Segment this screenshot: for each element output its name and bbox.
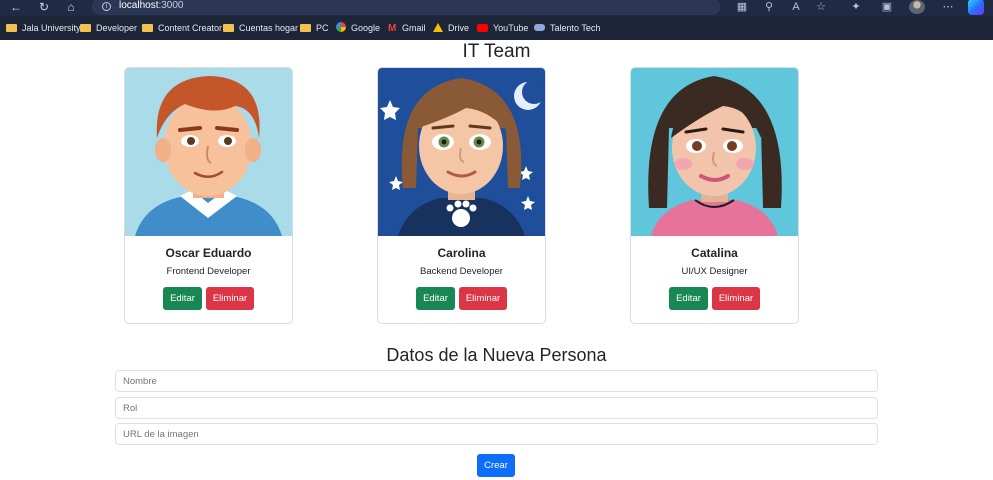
bookmark-cuentas-hogar[interactable]: Cuentas hogar	[223, 21, 298, 35]
profile-avatar-icon[interactable]	[909, 0, 925, 14]
url-host: localhost	[119, 0, 159, 11]
edit-button[interactable]: Editar	[416, 287, 455, 310]
bookmarks-bar: Jala University Developer Content Creato…	[0, 16, 993, 40]
page-title: IT Team	[462, 41, 531, 62]
extensions-icon[interactable]: ✦	[848, 0, 864, 16]
name-input[interactable]	[115, 370, 878, 392]
favorite-star-icon[interactable]: ☆	[813, 0, 829, 16]
avatar	[125, 68, 292, 236]
bookmark-content-creator[interactable]: Content Creator	[142, 21, 222, 35]
more-menu-icon[interactable]: ⋯	[940, 0, 956, 16]
talento-tech-icon	[534, 24, 545, 31]
avatar	[631, 68, 798, 236]
member-name: Oscar Eduardo	[165, 246, 252, 260]
youtube-icon	[477, 24, 488, 32]
bookmark-youtube[interactable]: YouTube	[477, 21, 528, 35]
create-button[interactable]: Crear	[477, 454, 515, 477]
form-title: Datos de la Nueva Persona	[386, 345, 607, 365]
drive-icon	[433, 23, 443, 32]
image-url-input[interactable]	[115, 423, 878, 445]
member-role: Frontend Developer	[166, 266, 251, 277]
delete-button[interactable]: Eliminar	[206, 287, 254, 310]
delete-button[interactable]: Eliminar	[712, 287, 760, 310]
member-role: UI/UX Designer	[681, 266, 748, 277]
bookmark-pc[interactable]: PC	[300, 21, 329, 35]
google-icon	[336, 22, 346, 32]
read-aloud-icon[interactable]: A	[788, 0, 804, 16]
back-icon[interactable]: ←	[8, 0, 24, 16]
bookmark-gmail[interactable]: M Gmail	[388, 21, 426, 35]
browser-toolbar: ← ↻ ⌂ i localhost:3000 ▦ ⚲ A ☆ ✦ ▣ ⋯	[0, 0, 993, 16]
folder-icon	[223, 24, 234, 32]
member-name: Catalina	[691, 246, 738, 260]
member-role: Backend Developer	[420, 266, 503, 277]
collections-icon[interactable]: ▣	[879, 0, 895, 16]
url-port: :3000	[158, 0, 184, 11]
reload-icon[interactable]: ↻	[36, 0, 52, 16]
folder-icon	[300, 24, 311, 32]
bookmark-google[interactable]: Google	[336, 21, 380, 35]
apps-icon[interactable]: ▦	[734, 0, 750, 16]
bookmark-drive[interactable]: Drive	[433, 21, 469, 35]
folder-icon	[142, 24, 153, 32]
avatar	[378, 68, 545, 236]
bookmark-jala-university[interactable]: Jala University	[6, 21, 81, 35]
copilot-icon[interactable]	[968, 0, 984, 15]
bookmark-developer[interactable]: Developer	[80, 21, 137, 35]
role-input[interactable]	[115, 397, 878, 419]
edit-button[interactable]: Editar	[163, 287, 202, 310]
gmail-icon: M	[388, 23, 397, 34]
member-name: Carolina	[437, 246, 486, 260]
member-card: Carolina Backend Developer Editar Elimin…	[377, 67, 546, 324]
folder-icon	[6, 24, 17, 32]
bookmark-talento-tech[interactable]: Talento Tech	[534, 21, 600, 35]
delete-button[interactable]: Eliminar	[459, 287, 507, 310]
member-card: Catalina UI/UX Designer Editar Eliminar	[630, 67, 799, 324]
zoom-icon[interactable]: ⚲	[761, 0, 777, 16]
edit-button[interactable]: Editar	[669, 287, 708, 310]
member-card: Oscar Eduardo Frontend Developer Editar …	[124, 67, 293, 324]
site-info-icon[interactable]: i	[102, 2, 111, 11]
home-icon[interactable]: ⌂	[63, 0, 79, 16]
address-bar[interactable]: i localhost:3000	[92, 0, 720, 15]
folder-icon	[80, 24, 91, 32]
